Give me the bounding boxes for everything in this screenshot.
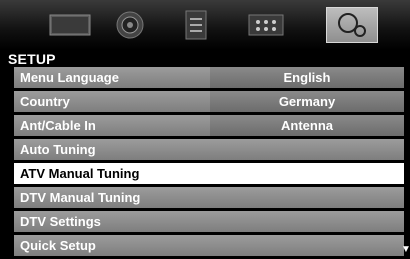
menu-item-quick-setup[interactable]: Quick Setup — [14, 235, 404, 256]
page-title: SETUP — [8, 51, 56, 67]
menu-item-country[interactable]: Country Germany — [14, 91, 404, 112]
sound-icon — [116, 11, 144, 39]
menu-item-label: ATV Manual Tuning — [20, 166, 140, 181]
menu-item-value: English — [210, 67, 404, 88]
scroll-down-indicator[interactable]: ▼ — [401, 244, 410, 255]
menu-item-label: Ant/Cable In — [20, 118, 96, 133]
picture-icon — [49, 14, 91, 36]
menu-item-value: Antenna — [210, 115, 404, 136]
menu-item-dtv-manual-tuning[interactable]: DTV Manual Tuning — [14, 187, 404, 208]
channel-list-icon — [185, 10, 207, 40]
menu-item-label: Country — [20, 94, 70, 109]
tab-setup[interactable] — [326, 7, 378, 43]
setup-icon — [338, 13, 366, 37]
menu-item-label: Quick Setup — [20, 238, 96, 253]
tab-picture[interactable] — [44, 7, 96, 43]
menu-item-label: DTV Manual Tuning — [20, 190, 141, 205]
tab-apps[interactable] — [240, 7, 292, 43]
tab-sound[interactable] — [104, 7, 156, 43]
top-menu-bar — [0, 0, 410, 50]
menu-item-label: Menu Language — [20, 70, 119, 85]
menu-item-label: Auto Tuning — [20, 142, 96, 157]
menu-item-menu-language[interactable]: Menu Language English — [14, 67, 404, 88]
menu-item-atv-manual-tuning[interactable]: ATV Manual Tuning — [14, 163, 404, 184]
apps-icon — [248, 14, 284, 36]
menu-item-ant-cable-in[interactable]: Ant/Cable In Antenna — [14, 115, 404, 136]
menu-item-dtv-settings[interactable]: DTV Settings — [14, 211, 404, 232]
menu-item-value: Germany — [210, 91, 404, 112]
menu-item-label: DTV Settings — [20, 214, 101, 229]
menu-item-auto-tuning[interactable]: Auto Tuning — [14, 139, 404, 160]
tab-channel-list[interactable] — [170, 7, 222, 43]
setup-menu: Menu Language English Country Germany An… — [14, 67, 404, 259]
